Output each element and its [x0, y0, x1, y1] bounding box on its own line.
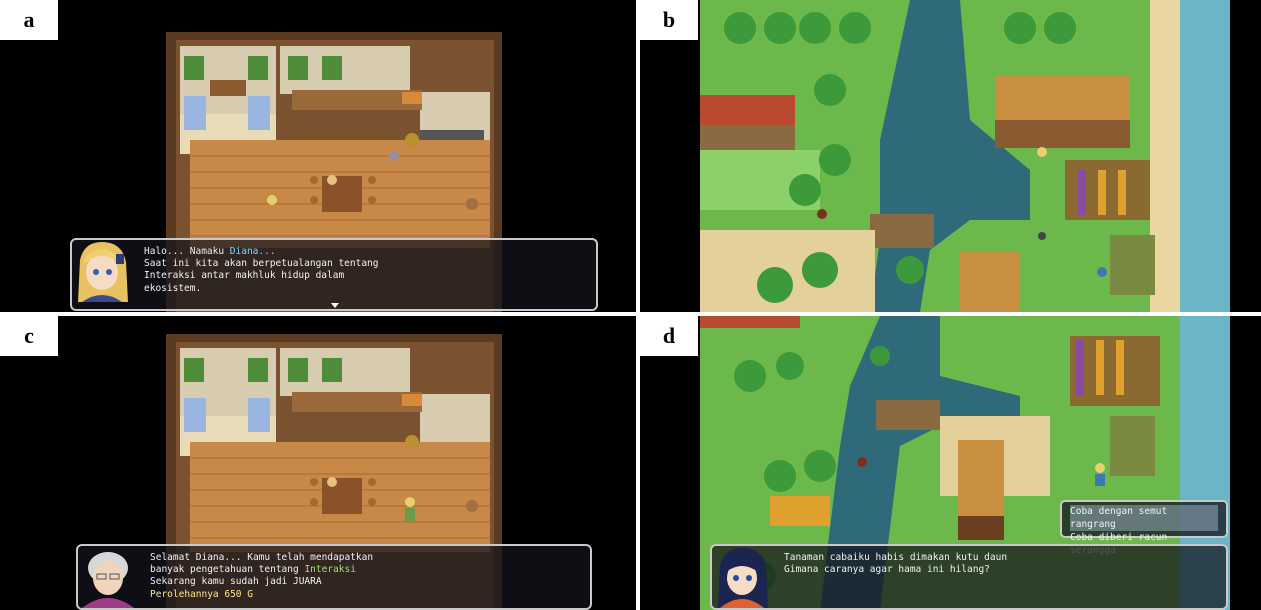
dialog-c-line2-prefix: banyak pengetahuan tentang: [150, 564, 305, 576]
diana-portrait: [78, 242, 128, 302]
dialog-d-line1: Tanaman cabaiku habis dimakan kutu daun: [784, 552, 1008, 563]
panel-label-a: a: [0, 0, 58, 40]
dialog-box-a: Halo... Namaku Diana... Saat ini kita ak…: [70, 238, 598, 311]
dialog-c-line4: Perolehannya 650 G: [150, 588, 253, 600]
panel-d-village-map: d Coba dengan semut rangrang Coba diberi…: [640, 316, 1261, 610]
panel-c-house-interior: c Selamat Diana... Kamu telah mendapatka…: [0, 316, 636, 610]
dialog-text-d: Tanaman cabaiku habis dimakan kutu daun …: [784, 552, 1218, 576]
panel-b-village-map: b: [640, 0, 1261, 312]
choice-menu: Coba dengan semut rangrang Coba diberi r…: [1060, 500, 1228, 556]
grandmother-portrait: [82, 552, 134, 608]
continue-arrow-icon[interactable]: [331, 303, 339, 308]
dialog-a-line3: Interaksi antar makhluk hidup dalam: [144, 270, 345, 282]
dialog-box-c: Selamat Diana... Kamu telah mendapatkan …: [76, 544, 592, 610]
dialog-a-line4: ekosistem.: [144, 282, 202, 294]
panel-a-house-interior: a Halo... Namaku Diana... Saat ini kita …: [0, 0, 636, 312]
choice-option-semut[interactable]: Coba dengan semut rangrang: [1070, 505, 1218, 531]
dialog-c-keyword: Interaksi: [304, 564, 356, 576]
villager-girl-portrait: [718, 548, 768, 608]
dialog-a-line2: Saat ini kita akan berpetualangan tentan…: [144, 258, 379, 270]
dialog-a-line1-prefix: Halo... Namaku: [144, 246, 230, 257]
dialog-c-line1: Selamat Diana... Kamu telah mendapatkan: [150, 552, 374, 563]
dialog-text-c: Selamat Diana... Kamu telah mendapatkan …: [150, 552, 582, 601]
panel-label-d: d: [640, 316, 698, 356]
dialog-text-a: Halo... Namaku Diana... Saat ini kita ak…: [144, 246, 588, 295]
dialog-c-line3: Sekarang kamu sudah jadi JUARA: [150, 576, 322, 588]
dialog-box-d: Tanaman cabaiku habis dimakan kutu daun …: [710, 544, 1228, 610]
panel-label-c: c: [0, 316, 58, 356]
panel-label-b: b: [640, 0, 698, 40]
village-map-b: [700, 0, 1261, 312]
dialog-d-line2: Gimana caranya agar hama ini hilang?: [784, 564, 990, 576]
dialog-a-speaker-name: Diana...: [229, 246, 276, 257]
